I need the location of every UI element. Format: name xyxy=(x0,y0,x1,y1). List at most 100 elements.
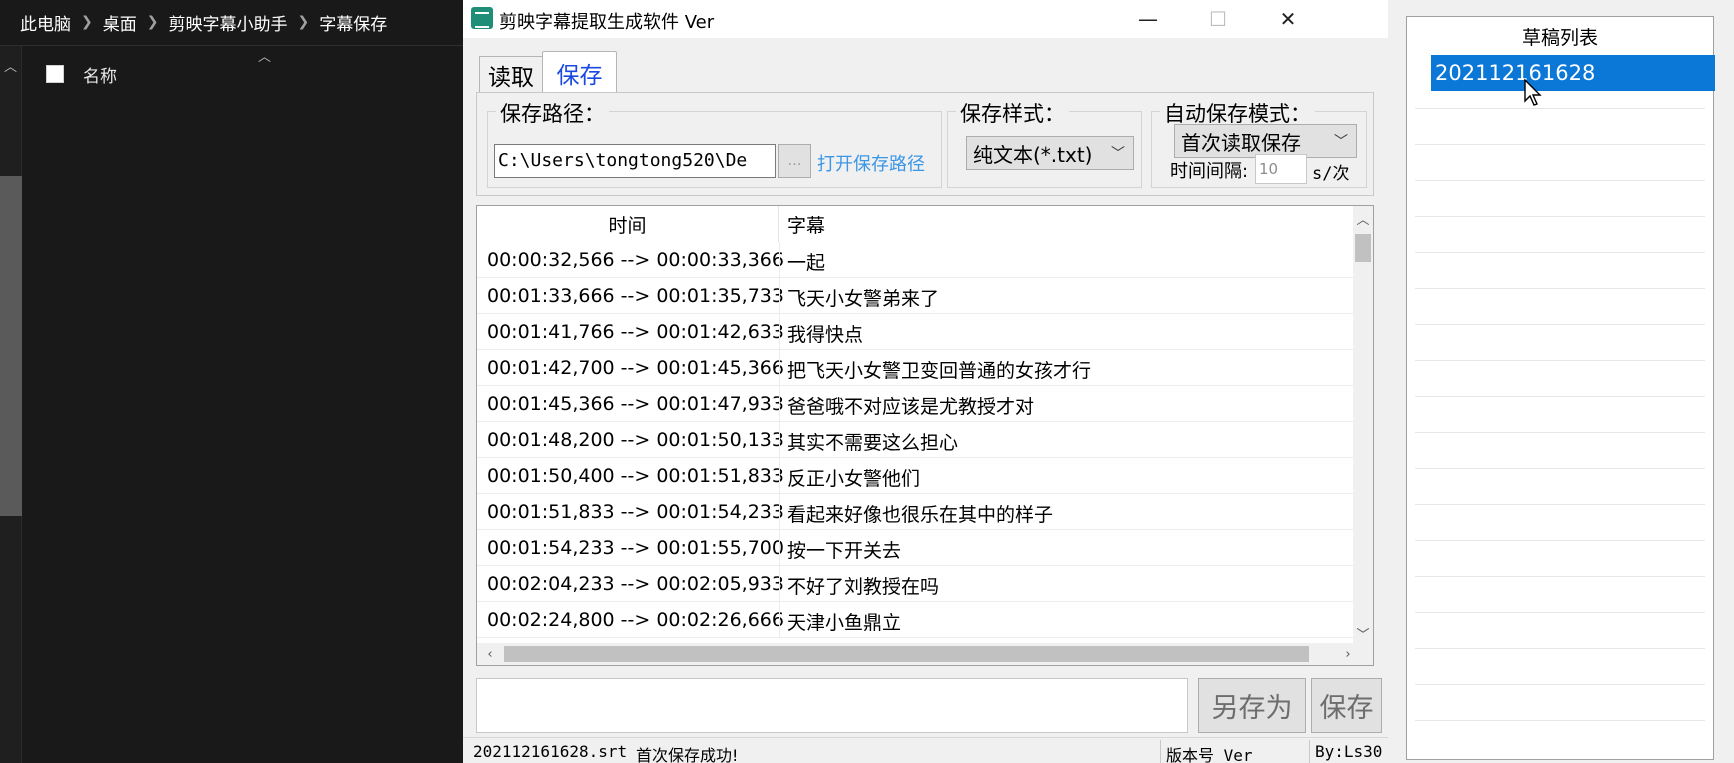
cell-subtitle: 按一下开关去 xyxy=(787,540,902,562)
subtitle-grid: 时间 字幕 00:00:32,566 --> 00:00:33,366 一起 00:… xyxy=(476,205,1374,666)
maximize-button[interactable]: ☐ xyxy=(1183,0,1253,38)
scrollbar-thumb[interactable] xyxy=(1355,234,1371,262)
table-row[interactable]: 00:00:32,566 --> 00:00:33,366 一起 xyxy=(477,242,1353,278)
minimize-button[interactable]: — xyxy=(1113,0,1183,38)
column-header-name[interactable]: 名称 xyxy=(83,62,117,87)
cell-divider xyxy=(779,458,780,494)
breadcrumb-item[interactable]: 桌面 xyxy=(103,10,137,35)
interval-input[interactable]: 10 xyxy=(1255,154,1307,184)
draft-list-empty-row xyxy=(1415,145,1705,181)
scrollbar-thumb[interactable] xyxy=(504,646,1309,662)
tab-read[interactable]: 读取 xyxy=(479,56,543,92)
draft-list-empty-row xyxy=(1415,505,1705,541)
column-header-subtitle[interactable]: 字幕 xyxy=(787,206,825,242)
scrollbar-thumb[interactable] xyxy=(0,176,22,516)
open-save-path-link[interactable]: 打开保存路径 xyxy=(817,150,925,176)
draft-list-empty-row xyxy=(1415,577,1705,613)
window-title: 剪映字幕提取生成软件 Ver xyxy=(499,12,715,33)
cell-divider xyxy=(779,350,780,386)
chevron-right-icon: ❯ xyxy=(297,14,310,30)
breadcrumb-item[interactable]: 字幕保存 xyxy=(319,10,387,35)
draft-list: 草稿列表 202112161628 xyxy=(1406,16,1715,760)
cell-subtitle: 爸爸哦不对应该是尤教授才对 xyxy=(787,396,1035,418)
scroll-down-icon[interactable]: ﹀ xyxy=(1353,623,1373,643)
cell-divider xyxy=(779,530,780,566)
auto-save-mode-value: 首次读取保存 xyxy=(1181,130,1301,155)
save-as-button[interactable]: 另存为 xyxy=(1198,678,1306,733)
cell-subtitle: 反正小女警他们 xyxy=(787,468,921,490)
breadcrumb-item[interactable]: 此电脑 xyxy=(20,10,71,35)
cell-divider xyxy=(779,494,780,530)
close-button[interactable]: ✕ xyxy=(1253,0,1323,38)
chevron-right-icon: ❯ xyxy=(81,14,93,30)
grid-header: 时间 字幕 xyxy=(477,206,1353,242)
status-divider xyxy=(1160,740,1161,763)
draft-list-empty-row xyxy=(1415,649,1705,685)
sort-caret-icon: ︿ xyxy=(258,50,272,65)
cell-subtitle: 看起来好像也很乐在其中的样子 xyxy=(787,504,1054,526)
mouse-cursor-icon xyxy=(1524,79,1542,106)
app-window: 剪映字幕提取生成软件 Ver — ☐ ✕ 读取 保存 保存路径： C:\User… xyxy=(463,0,1388,763)
table-row[interactable]: 00:01:45,366 --> 00:01:47,933 爸爸哦不对应该是尤教授… xyxy=(477,386,1353,422)
select-all-checkbox[interactable] xyxy=(46,65,64,83)
horizontal-scrollbar[interactable]: ‹ › xyxy=(477,643,1373,665)
chevron-right-icon: ❯ xyxy=(146,14,159,30)
cell-divider xyxy=(779,242,780,278)
breadcrumb-item[interactable]: 剪映字幕小助手 xyxy=(168,10,287,35)
scroll-left-icon[interactable]: ‹ xyxy=(479,643,501,665)
draft-list-empty-row xyxy=(1415,217,1705,253)
save-path-label: 保存路径： xyxy=(496,98,609,128)
cell-time: 00:01:54,233 --> 00:01:55,700 xyxy=(487,537,784,559)
status-author: By:Ls30 xyxy=(1315,742,1383,761)
breadcrumb: 此电脑 ❯ 桌面 ❯ 剪映字幕小助手 ❯ 字幕保存 xyxy=(0,0,463,44)
save-settings-panel: 保存路径： C:\Users\tongtong520\De … 打开保存路径 保… xyxy=(476,92,1374,196)
cell-time: 00:01:51,833 --> 00:01:54,233 xyxy=(487,501,784,523)
save-style-group: 保存样式： 纯文本(*.txt) ﹀ xyxy=(947,98,1142,188)
title-bar: 剪映字幕提取生成软件 Ver — ☐ ✕ xyxy=(463,0,1388,38)
save-button[interactable]: 保存 xyxy=(1311,678,1382,733)
file-explorer: 此电脑 ❯ 桌面 ❯ 剪映字幕小助手 ❯ 字幕保存 ︿ ︿ 名称 xyxy=(0,0,463,763)
table-row[interactable]: 00:01:48,200 --> 00:01:50,133 其实不需要这么担心 xyxy=(477,422,1353,458)
save-style-value: 纯文本(*.txt) xyxy=(973,142,1093,167)
cell-divider xyxy=(779,422,780,458)
draft-list-empty-row xyxy=(1415,325,1705,361)
draft-list-empty-row xyxy=(1415,73,1705,109)
table-row[interactable]: 00:01:50,400 --> 00:01:51,833 反正小女警他们 xyxy=(477,458,1353,494)
browse-button[interactable]: … xyxy=(778,144,811,178)
scroll-up-icon[interactable]: ︿ xyxy=(1353,208,1373,228)
cell-time: 00:01:50,400 --> 00:01:51,833 xyxy=(487,465,784,487)
vertical-scrollbar[interactable]: ︿ ﹀ xyxy=(1353,206,1373,643)
column-header-time[interactable]: 时间 xyxy=(477,206,779,242)
save-path-input[interactable]: C:\Users\tongtong520\De xyxy=(494,144,776,178)
app-logo-icon xyxy=(471,7,493,29)
status-message: 首次保存成功! xyxy=(636,746,739,763)
table-row[interactable]: 00:01:51,833 --> 00:01:54,233 看起来好像也很乐在其中… xyxy=(477,494,1353,530)
cell-divider xyxy=(779,602,780,638)
save-style-select[interactable]: 纯文本(*.txt) ﹀ xyxy=(966,136,1134,170)
chevron-up-icon[interactable]: ︿ xyxy=(4,56,17,75)
subtitle-text-input[interactable] xyxy=(476,678,1188,733)
cell-subtitle: 天津小鱼鼎立 xyxy=(787,612,902,634)
cell-divider xyxy=(779,386,780,422)
cell-subtitle: 我得快点 xyxy=(787,324,864,346)
cell-subtitle: 一起 xyxy=(787,252,826,274)
table-row[interactable]: 00:01:33,666 --> 00:01:35,733 飞天小女警弟来了 xyxy=(477,278,1353,314)
table-row[interactable]: 00:02:04,233 --> 00:02:05,933 不好了刘教授在吗 xyxy=(477,566,1353,602)
cell-subtitle: 飞天小女警弟来了 xyxy=(787,288,940,310)
draft-list-title: 草稿列表 xyxy=(1521,26,1598,49)
draft-list-empty-row xyxy=(1415,253,1705,289)
table-row[interactable]: 00:01:42,700 --> 00:01:45,366 把飞天小女警卫变回普通… xyxy=(477,350,1353,386)
tab-save[interactable]: 保存 xyxy=(542,51,617,93)
auto-save-mode-select[interactable]: 首次读取保存 ﹀ xyxy=(1174,124,1357,158)
cell-time: 00:01:41,766 --> 00:01:42,633 xyxy=(487,321,784,343)
table-row[interactable]: 00:01:54,233 --> 00:01:55,700 按一下开关去 xyxy=(477,530,1353,566)
table-row[interactable]: 00:02:24,800 --> 00:02:26,666 天津小鱼鼎立 xyxy=(477,602,1353,638)
cell-time: 00:01:42,700 --> 00:01:45,366 xyxy=(487,357,784,379)
scroll-right-icon[interactable]: › xyxy=(1337,643,1359,665)
draft-list-empty-row xyxy=(1415,685,1705,721)
cell-subtitle: 把飞天小女警卫变回普通的女孩才行 xyxy=(787,360,1092,382)
draft-list-empty-row xyxy=(1415,289,1705,325)
status-version: 版本号 Ver xyxy=(1166,746,1253,763)
cell-time: 00:02:04,233 --> 00:02:05,933 xyxy=(487,573,784,595)
table-row[interactable]: 00:01:41,766 --> 00:01:42,633 我得快点 xyxy=(477,314,1353,350)
